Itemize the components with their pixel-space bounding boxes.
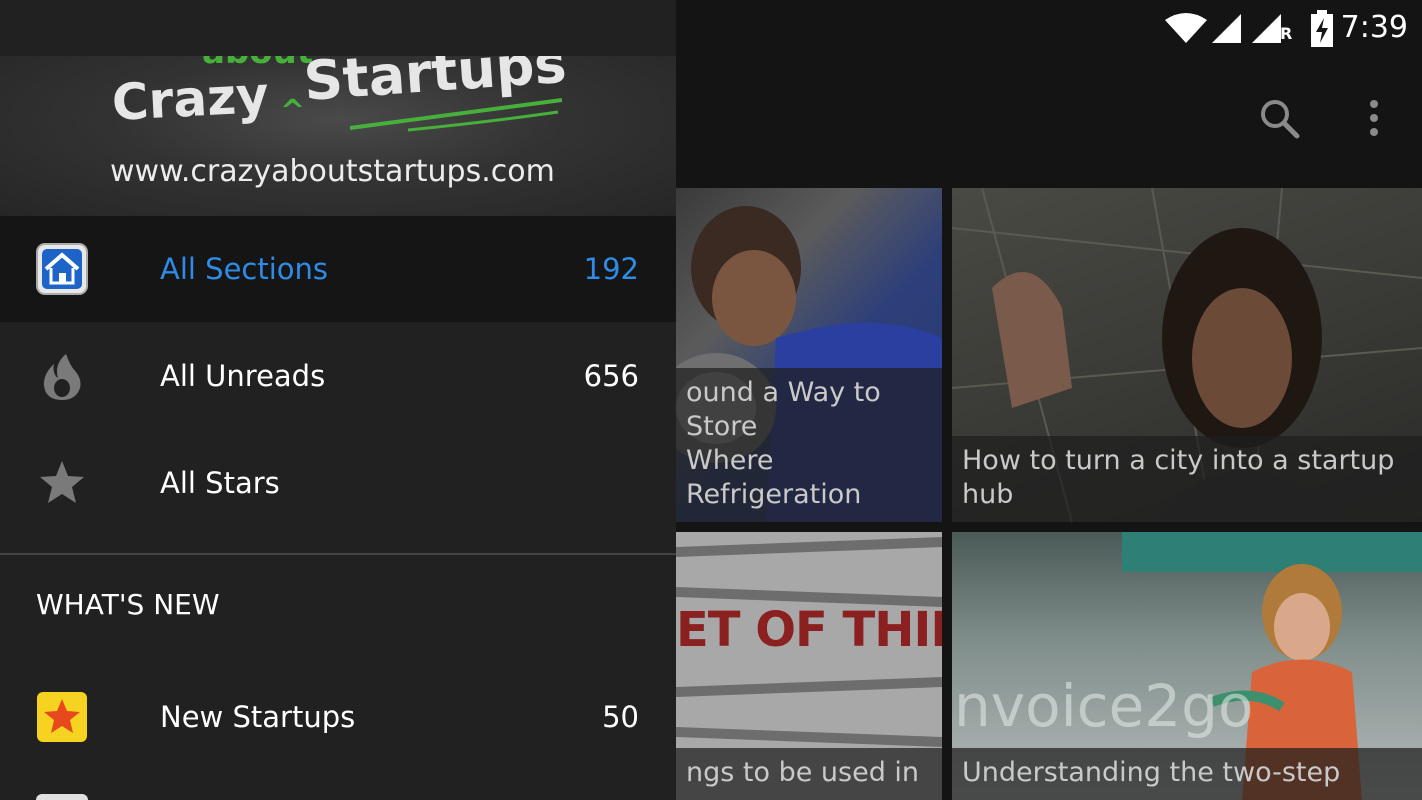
article-caption: ound a Way to Store Where Refrigeration bbox=[676, 368, 942, 522]
drawer-item-count: 656 bbox=[583, 359, 639, 393]
drawer-item-label: New Startups bbox=[160, 700, 356, 734]
next-item-icon bbox=[36, 794, 88, 800]
article-grid: ound a Way to Store Where Refrigeration … bbox=[676, 188, 1422, 800]
article-caption: How to turn a city into a startup hub bbox=[952, 436, 1422, 522]
caret-mark: ^ bbox=[280, 94, 306, 129]
section-title-whats-new: WHAT'S NEW bbox=[36, 588, 220, 621]
drawer-header: about Crazy ^ Startups www.crazyaboutsta… bbox=[0, 56, 676, 216]
drawer-item-all-stars[interactable]: All Stars bbox=[0, 430, 676, 536]
logo-crazy-text: Crazy bbox=[110, 65, 271, 132]
logo-underline bbox=[349, 98, 563, 132]
home-icon bbox=[36, 243, 88, 295]
search-icon[interactable] bbox=[1257, 96, 1301, 140]
drawer-item-label: All Sections bbox=[160, 252, 329, 286]
article-image-text: nvoice2go bbox=[954, 672, 1254, 740]
drawer-divider bbox=[0, 553, 676, 555]
article-card[interactable]: nvoice2go Understanding the two-step bbox=[952, 532, 1422, 800]
article-card[interactable]: How to turn a city into a startup hub bbox=[952, 188, 1422, 522]
drawer-item-label: All Stars bbox=[160, 466, 280, 500]
article-caption: Understanding the two-step bbox=[952, 748, 1422, 800]
drawer-item-count: 50 bbox=[602, 700, 639, 734]
star-badge-icon bbox=[36, 691, 88, 743]
article-card[interactable]: ound a Way to Store Where Refrigeration bbox=[676, 188, 942, 522]
star-icon bbox=[36, 457, 88, 509]
wifi-icon bbox=[1164, 12, 1208, 44]
signal-icon bbox=[1210, 12, 1242, 44]
drawer-item-all-sections[interactable]: All Sections 192 bbox=[0, 216, 676, 322]
flame-icon bbox=[36, 350, 88, 402]
website-text: www.crazyaboutstartups.com bbox=[110, 154, 555, 189]
clock: 7:39 bbox=[1340, 10, 1408, 45]
article-image-text: ET OF THINGS bbox=[676, 602, 942, 658]
article-card[interactable]: ET OF THINGS ngs to be used in bbox=[676, 532, 942, 800]
roaming-indicator: R bbox=[1280, 24, 1293, 43]
drawer-item-new-startups[interactable]: New Startups 50 bbox=[0, 664, 676, 770]
drawer-item-label: All Unreads bbox=[160, 359, 326, 393]
more-vert-icon[interactable] bbox=[1352, 96, 1396, 140]
battery-charging-icon bbox=[1310, 10, 1334, 48]
article-caption: ngs to be used in bbox=[676, 748, 942, 800]
drawer-item-count: 192 bbox=[583, 252, 639, 286]
signal-roaming-icon bbox=[1250, 12, 1282, 44]
navigation-drawer: about Crazy ^ Startups www.crazyaboutsta… bbox=[0, 0, 676, 800]
status-bar-right: R 7:39 bbox=[676, 0, 1422, 56]
drawer-item-all-unreads[interactable]: All Unreads 656 bbox=[0, 323, 676, 429]
